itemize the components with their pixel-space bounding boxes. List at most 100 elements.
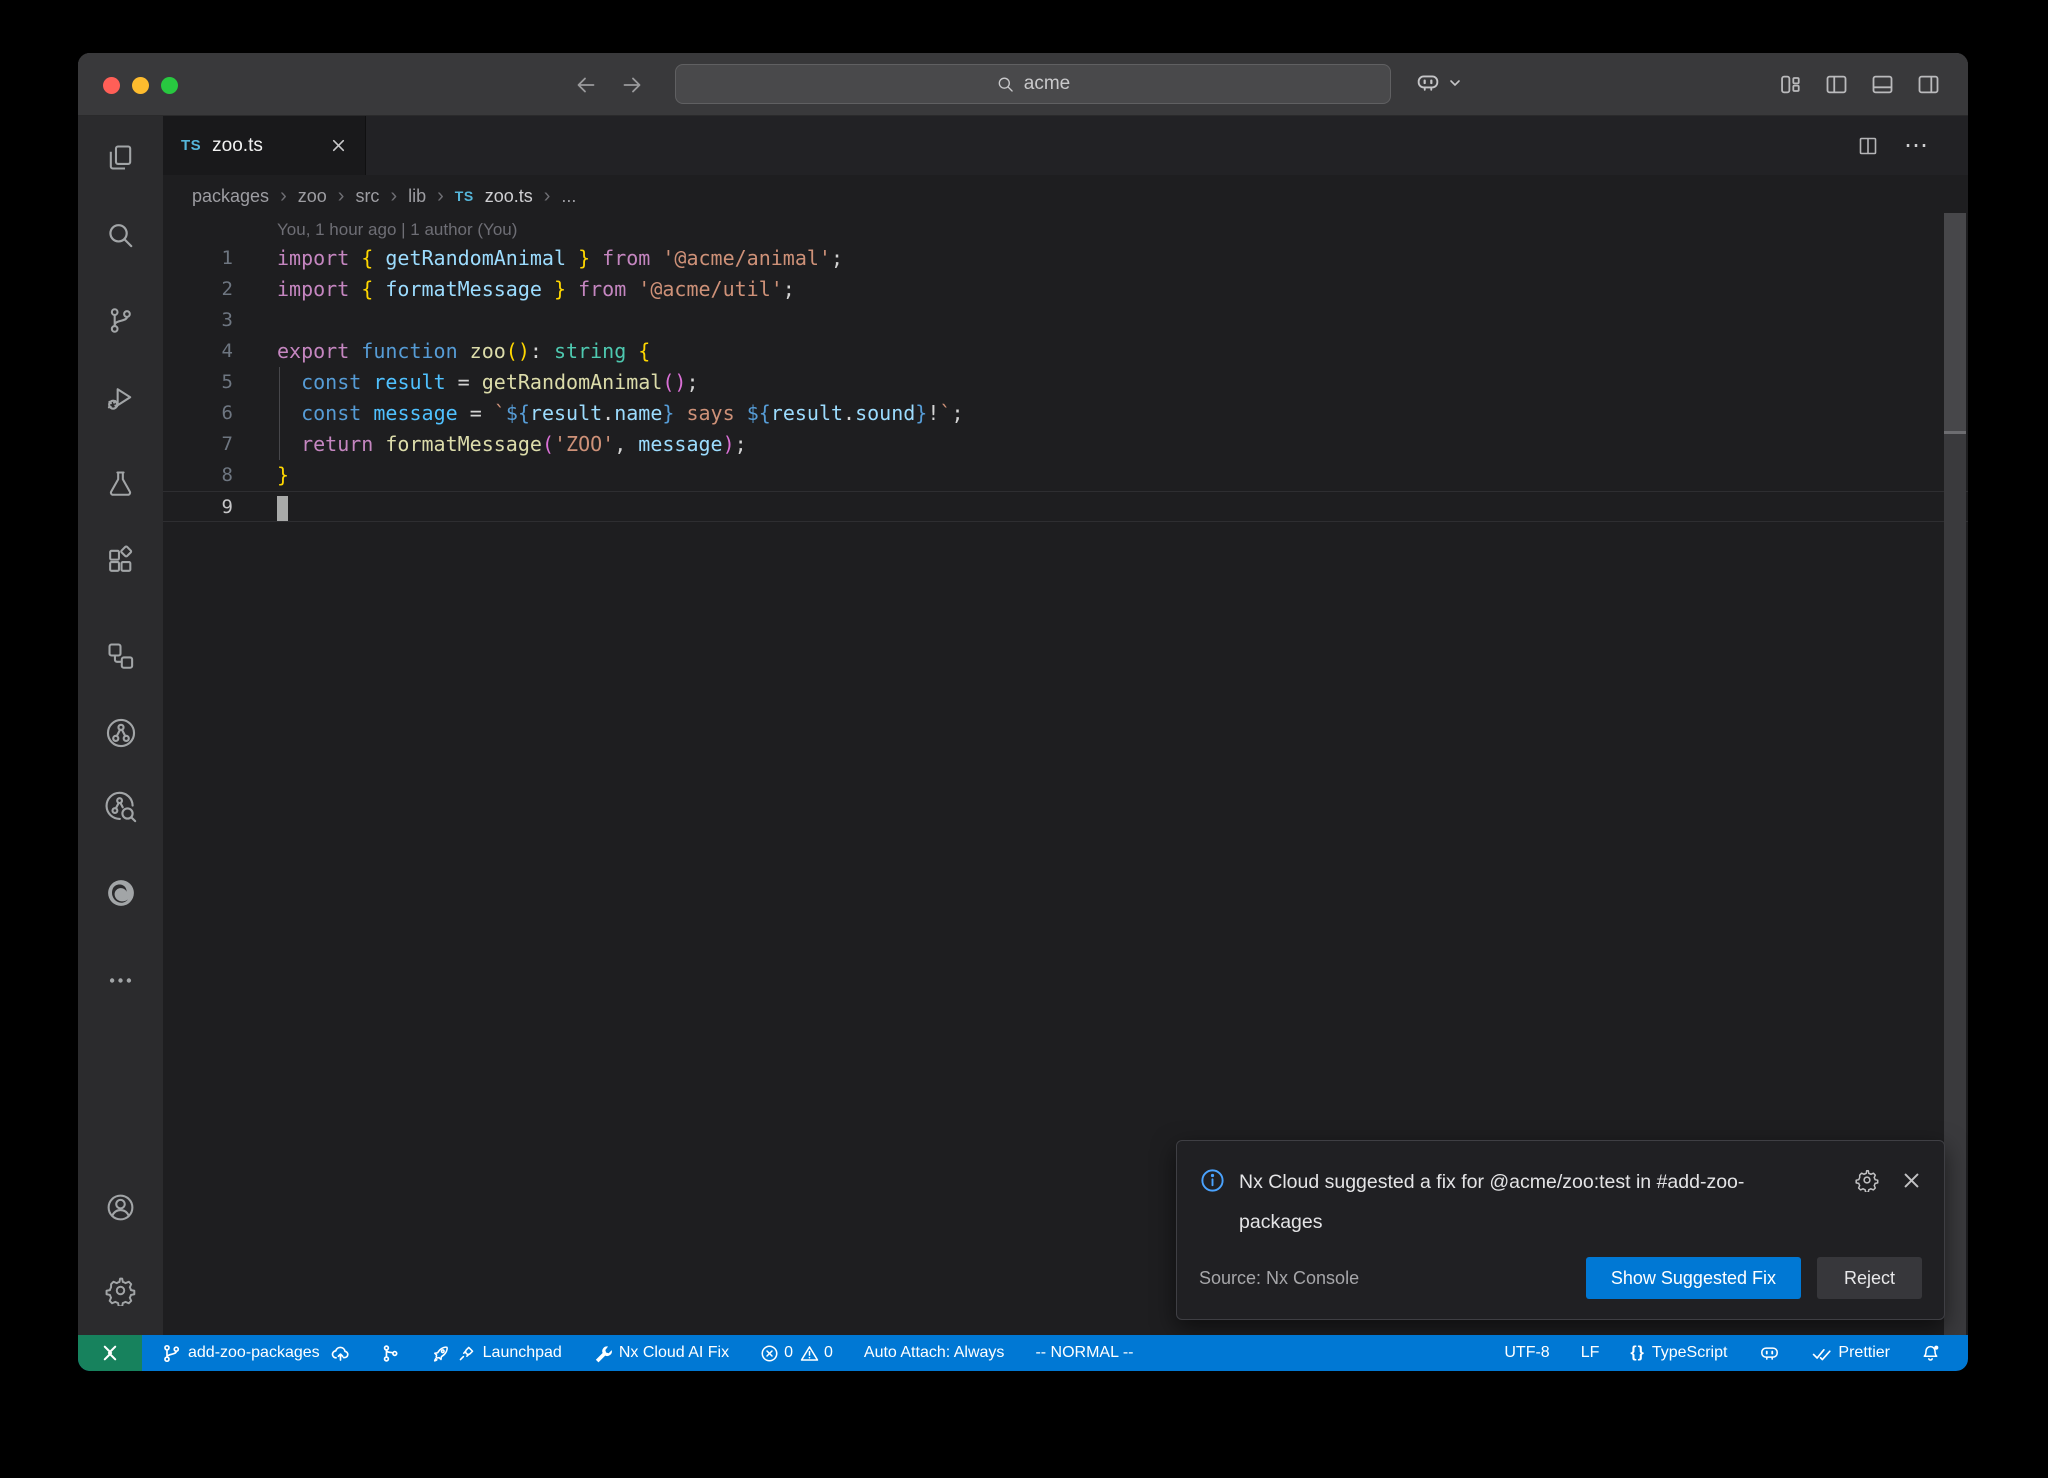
code-line[interactable]: 9: [163, 491, 1968, 522]
launchpad-item[interactable]: Launchpad: [431, 1344, 562, 1363]
auto-attach-label: Auto Attach: Always: [864, 1344, 1005, 1362]
launchpad-label: Launchpad: [483, 1344, 562, 1362]
search-icon: [996, 75, 1015, 94]
source-control-icon[interactable]: [102, 301, 140, 339]
tab-bar: TS zoo.ts ⋯: [163, 116, 1968, 175]
code-line[interactable]: 4export function zoo(): string {: [163, 336, 1968, 367]
bell-dot-icon: [1921, 1344, 1940, 1363]
reject-button[interactable]: Reject: [1817, 1257, 1922, 1299]
notification-message: Nx Cloud suggested a fix for @acme/zoo:t…: [1239, 1162, 1801, 1242]
git-branch-icon: [162, 1344, 181, 1363]
code-line-text: [277, 492, 288, 521]
breadcrumb-item[interactable]: packages: [192, 186, 269, 207]
line-number: 7: [163, 429, 277, 460]
code-line-text: }: [277, 460, 289, 491]
vim-mode-item[interactable]: -- NORMAL --: [1035, 1344, 1133, 1362]
zoom-window-button[interactable]: [161, 77, 178, 94]
problems-item[interactable]: 0 0: [760, 1344, 833, 1363]
command-center-value: acme: [1024, 73, 1070, 95]
formatter-item[interactable]: Prettier: [1812, 1344, 1890, 1363]
testing-icon[interactable]: [102, 464, 140, 502]
edge-tools-icon[interactable]: [102, 874, 140, 912]
branch-name: add-zoo-packages: [188, 1344, 320, 1362]
gitlens-inspect-icon[interactable]: [102, 788, 140, 826]
breadcrumb-item[interactable]: src: [355, 186, 379, 207]
errors-count: 0: [784, 1344, 793, 1362]
nx-fix-label: Nx Cloud AI Fix: [619, 1344, 729, 1362]
code-line-text: return formatMessage('ZOO', message);: [277, 429, 747, 460]
code-line-text: const result = getRandomAnimal();: [277, 367, 699, 398]
warnings-icon: [800, 1344, 819, 1363]
copilot-menu[interactable]: [1414, 69, 1463, 97]
extensions-icon[interactable]: [102, 541, 140, 579]
info-icon: [1199, 1167, 1226, 1194]
line-number: 8: [163, 460, 277, 491]
breadcrumb-file[interactable]: zoo.ts: [485, 186, 533, 207]
notification-close-icon[interactable]: [1901, 1170, 1922, 1191]
forward-icon[interactable]: [620, 73, 644, 97]
commit-graph-item[interactable]: [381, 1344, 400, 1363]
scrollbar-slider[interactable]: [1944, 213, 1966, 431]
command-center-search[interactable]: acme: [675, 64, 1391, 104]
nx-cloud-fix-item[interactable]: Nx Cloud AI Fix: [593, 1344, 729, 1363]
gitlens-blame-annotation: You, 1 hour ago | 1 author (You): [163, 217, 1968, 243]
code-line[interactable]: 5 const result = getRandomAnimal();: [163, 367, 1968, 398]
gitlens-icon[interactable]: [102, 714, 140, 752]
search-view-icon[interactable]: [102, 216, 140, 254]
show-suggested-fix-button[interactable]: Show Suggested Fix: [1586, 1257, 1801, 1299]
line-number: 4: [163, 336, 277, 367]
plug-icon: [457, 1344, 476, 1363]
toggle-secondary-sidebar-icon[interactable]: [1915, 71, 1942, 98]
code-line-text: import { getRandomAnimal } from '@acme/a…: [277, 243, 843, 274]
status-bar: add-zoo-packages Launchpad Nx Cloud AI F…: [78, 1335, 1968, 1371]
notification-settings-gear-icon[interactable]: [1855, 1168, 1879, 1192]
breadcrumb-item[interactable]: zoo: [298, 186, 327, 207]
chevron-down-icon: [1447, 75, 1463, 91]
code-line[interactable]: 8}: [163, 460, 1968, 491]
eol-item[interactable]: LF: [1581, 1344, 1600, 1362]
tab-zoo-ts[interactable]: TS zoo.ts: [163, 116, 366, 175]
double-check-icon: [1812, 1344, 1831, 1363]
encoding-item[interactable]: UTF-8: [1504, 1344, 1549, 1362]
formatter-label: Prettier: [1838, 1344, 1890, 1362]
code-lines: 1import { getRandomAnimal } from '@acme/…: [163, 243, 1968, 522]
toggle-primary-sidebar-icon[interactable]: [1823, 71, 1850, 98]
commit-graph-icon: [381, 1344, 400, 1363]
language-mode-item[interactable]: {} TypeScript: [1630, 1344, 1727, 1362]
additional-views-icon[interactable]: [102, 961, 140, 999]
close-window-button[interactable]: [103, 77, 120, 94]
code-line[interactable]: 1import { getRandomAnimal } from '@acme/…: [163, 243, 1968, 274]
vscode-window: acme: [78, 53, 1968, 1371]
code-line[interactable]: 6 const message = `${result.name} says $…: [163, 398, 1968, 429]
code-line-text: export function zoo(): string {: [277, 336, 650, 367]
back-icon[interactable]: [574, 73, 598, 97]
close-tab-icon[interactable]: [330, 137, 347, 154]
code-line-text: import { formatMessage } from '@acme/uti…: [277, 274, 795, 305]
scrollbar-decoration: [1944, 431, 1966, 434]
settings-gear-icon[interactable]: [102, 1271, 140, 1309]
warnings-count: 0: [824, 1344, 833, 1362]
explorer-icon[interactable]: [102, 138, 140, 176]
language-label: TypeScript: [1652, 1344, 1728, 1362]
git-branch-item[interactable]: add-zoo-packages: [162, 1344, 350, 1363]
code-line[interactable]: 3: [163, 305, 1968, 336]
editor-more-actions-icon[interactable]: ⋯: [1904, 141, 1930, 151]
breadcrumb-overflow[interactable]: ...: [561, 186, 576, 207]
breadcrumb-item[interactable]: lib: [408, 186, 426, 207]
copilot-status-item[interactable]: [1758, 1342, 1781, 1365]
account-icon[interactable]: [102, 1188, 140, 1226]
notifications-bell-item[interactable]: [1921, 1344, 1940, 1363]
cloud-upload-icon: [331, 1344, 350, 1363]
run-and-debug-icon[interactable]: [102, 379, 140, 417]
customize-layout-icon[interactable]: [1777, 71, 1804, 98]
code-line[interactable]: 7 return formatMessage('ZOO', message);: [163, 429, 1968, 460]
nx-console-icon[interactable]: [102, 636, 140, 674]
code-line[interactable]: 2import { formatMessage } from '@acme/ut…: [163, 274, 1968, 305]
editor-scrollbar[interactable]: [1944, 213, 1966, 1335]
minimize-window-button[interactable]: [132, 77, 149, 94]
auto-attach-item[interactable]: Auto Attach: Always: [864, 1344, 1005, 1362]
typescript-file-icon: TS: [455, 188, 474, 204]
split-editor-icon[interactable]: [1856, 134, 1880, 158]
toggle-panel-icon[interactable]: [1869, 71, 1896, 98]
remote-indicator[interactable]: [78, 1335, 142, 1371]
